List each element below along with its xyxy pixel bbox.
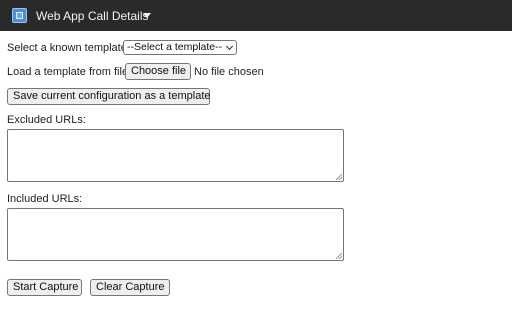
template-select[interactable]: --Select a template--: [123, 40, 237, 55]
included-urls-label: Included URLs:: [7, 193, 83, 205]
main-content: Select a known template: --Select a temp…: [0, 31, 512, 320]
app-window-icon: [12, 8, 27, 23]
select-template-label: Select a known template:: [7, 42, 130, 54]
excluded-urls-input[interactable]: [7, 129, 344, 182]
included-urls-input[interactable]: [7, 208, 344, 261]
excluded-urls-label: Excluded URLs:: [7, 114, 86, 126]
start-capture-button[interactable]: Start Capture: [7, 279, 82, 296]
select-caret-icon: [225, 42, 234, 51]
chevron-down-icon[interactable]: [143, 13, 151, 18]
template-select-value: --Select a template--: [127, 41, 223, 53]
file-status-text: No file chosen: [194, 66, 264, 78]
load-template-label: Load a template from file:: [7, 66, 132, 78]
choose-file-button[interactable]: Choose file: [125, 63, 191, 80]
save-template-button[interactable]: Save current configuration as a template: [7, 88, 211, 105]
clear-capture-button[interactable]: Clear Capture: [90, 279, 170, 296]
app-title: Web App Call Details: [36, 9, 149, 23]
title-bar: Web App Call Details: [0, 0, 512, 31]
